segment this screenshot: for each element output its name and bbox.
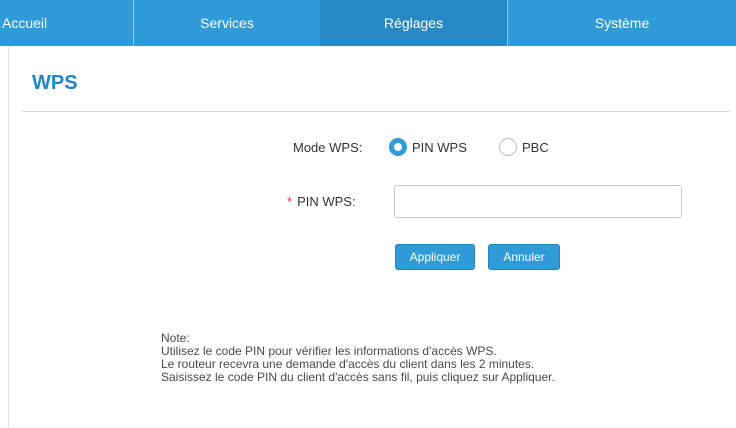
main-content: WPS Mode WPS: PIN WPS PBC * PIN WPS: Appl… — [8, 46, 736, 428]
radio-pbc[interactable]: PBC — [499, 138, 549, 156]
cancel-button[interactable]: Annuler — [488, 244, 560, 270]
nav-item-services[interactable]: Services — [133, 0, 320, 46]
nav-item-systeme[interactable]: Système — [507, 0, 736, 46]
pin-wps-label: * PIN WPS: — [287, 194, 356, 209]
note-block: Note: Utilisez le code PIN pour vérifier… — [161, 332, 555, 384]
radio-pbc-label: PBC — [522, 139, 549, 155]
pin-wps-label-text: PIN WPS: — [297, 194, 356, 209]
note-line: Saisissez le code PIN du client d'accès … — [161, 370, 555, 384]
radio-pin-wps[interactable]: PIN WPS — [389, 138, 467, 156]
radio-pin-wps-label: PIN WPS — [412, 139, 467, 155]
nav-item-reglages[interactable]: Réglages — [320, 0, 507, 46]
apply-button[interactable]: Appliquer — [395, 244, 475, 270]
wps-mode-label: Mode WPS: — [293, 140, 363, 155]
top-nav: Accueil Services Réglages Système — [0, 0, 736, 46]
required-mark: * — [287, 194, 293, 209]
radio-unselected-icon[interactable] — [499, 138, 517, 156]
pin-wps-input[interactable] — [394, 185, 682, 218]
nav-item-accueil[interactable]: Accueil — [0, 0, 133, 46]
page-title: WPS — [32, 72, 78, 94]
title-divider — [22, 111, 730, 112]
radio-selected-icon[interactable] — [389, 138, 407, 156]
